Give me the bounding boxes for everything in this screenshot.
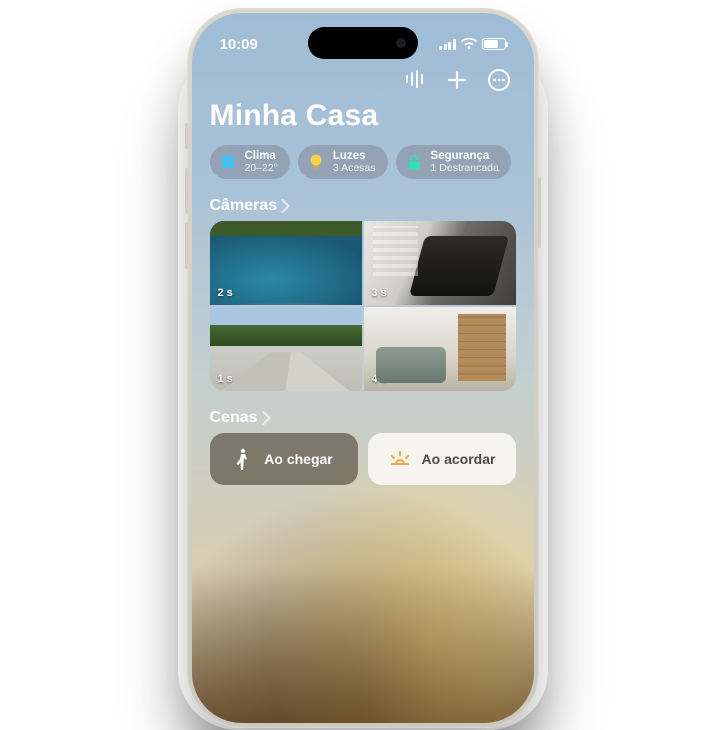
scene-label: Ao acordar: [422, 451, 496, 467]
status-pills: Clima 20–22° Luzes 3 Acesas: [210, 145, 516, 179]
pill-subtitle: 20–22°: [245, 163, 278, 174]
scenes-row: Ao chegar Ao acordar: [210, 433, 516, 485]
camera-tile-driveway[interactable]: 1 s: [210, 307, 362, 391]
arrive-home-icon: [234, 448, 254, 470]
camera-tile-pool[interactable]: 2 s: [210, 221, 362, 305]
status-time: 10:09: [220, 36, 258, 53]
volume-down-button: [185, 223, 188, 269]
scene-arrive[interactable]: Ao chegar: [210, 433, 358, 485]
pill-subtitle: 1 Destrancada: [431, 163, 499, 174]
section-label: Câmeras: [210, 197, 278, 215]
battery-icon: [482, 38, 506, 50]
intercom-button[interactable]: [404, 69, 426, 91]
camera-timestamp: 3 s: [372, 287, 387, 299]
pill-title: Luzes: [333, 150, 376, 162]
wifi-icon: [461, 38, 477, 50]
pill-security[interactable]: Segurança 1 Destrancada: [396, 145, 511, 179]
more-button[interactable]: [488, 69, 510, 91]
dynamic-island: [308, 27, 418, 59]
side-button: [185, 123, 188, 149]
chevron-right-icon: [262, 411, 271, 425]
pill-lights[interactable]: Luzes 3 Acesas: [298, 145, 388, 179]
scene-wake[interactable]: Ao acordar: [368, 433, 516, 485]
add-button[interactable]: [446, 69, 468, 91]
scene-label: Ao chegar: [264, 451, 332, 467]
camera-timestamp: 4 s: [372, 373, 387, 385]
pill-climate[interactable]: Clima 20–22°: [210, 145, 290, 179]
page-title: Minha Casa: [210, 99, 516, 133]
camera-tile-gym[interactable]: 3 s: [364, 221, 516, 305]
cameras-heading[interactable]: Câmeras: [210, 197, 516, 215]
camera-grid: 2 s 3 s 1 s 4 s: [210, 221, 516, 391]
sunrise-icon: [388, 450, 412, 468]
climate-icon: [218, 152, 238, 172]
camera-timestamp: 2 s: [218, 287, 233, 299]
volume-up-button: [185, 168, 188, 214]
section-label: Cenas: [210, 409, 258, 427]
chevron-right-icon: [281, 199, 290, 213]
scenes-heading[interactable]: Cenas: [210, 409, 516, 427]
camera-timestamp: 1 s: [218, 373, 233, 385]
toolbar: [210, 69, 516, 91]
screen: 10:09: [192, 13, 534, 723]
cellular-signal-icon: [439, 39, 456, 50]
iphone-frame: 10:09: [187, 8, 539, 728]
pill-title: Clima: [245, 150, 278, 162]
pill-title: Segurança: [431, 150, 499, 162]
camera-tile-living[interactable]: 4 s: [364, 307, 516, 391]
power-button: [538, 178, 541, 248]
lock-icon: [404, 152, 424, 172]
pill-subtitle: 3 Acesas: [333, 163, 376, 174]
light-icon: [306, 152, 326, 172]
